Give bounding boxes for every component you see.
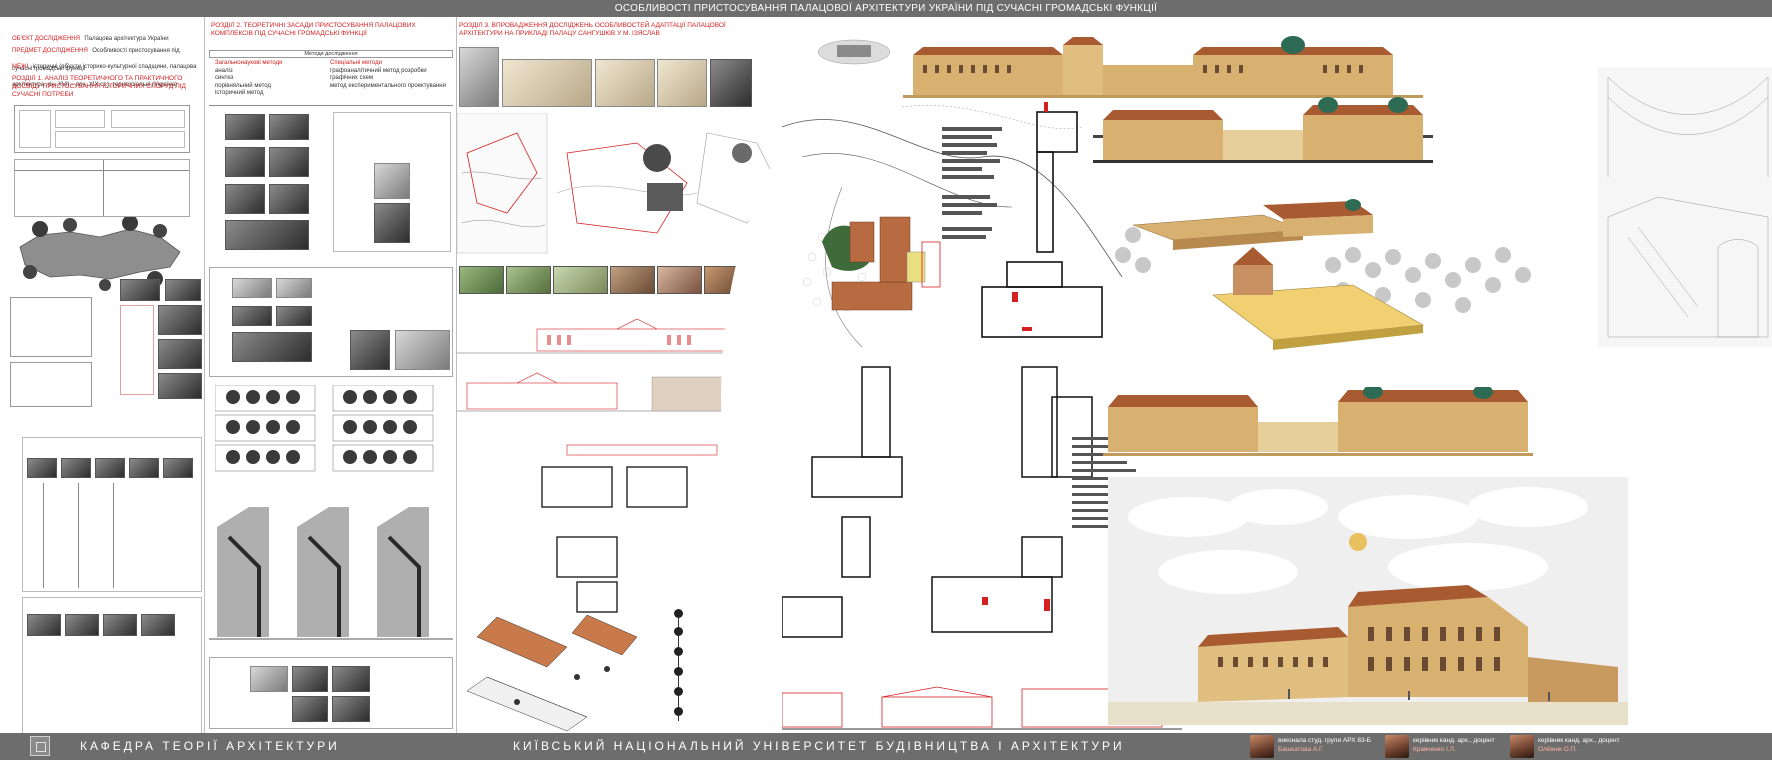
special-methods-label: Спеціальні методи: [330, 60, 382, 66]
person-role: виконала студ. групи АРХ 83-Б: [1278, 737, 1372, 744]
interior-sketches: [1598, 67, 1772, 347]
person-name: Олійник О.П.: [1538, 746, 1578, 753]
general-methods: Загальнонаукові методи аналіз синтез пор…: [215, 60, 325, 98]
palace-photo: [225, 184, 265, 214]
sheet-curve: [721, 137, 787, 737]
perspective-rendering: [1108, 477, 1628, 725]
bounds-label: МЕЖІ: [12, 64, 29, 70]
typology-table: [209, 267, 453, 377]
building-sections-diagram: [209, 507, 453, 640]
ruins-photo: [610, 266, 655, 294]
footer-bar: КАФЕДРА ТЕОРІЇ АРХІТЕКТУРИ КИЇВСЬКИЙ НАЦ…: [0, 733, 1772, 760]
special-methods: Спеціальні методи графоаналітичний метод…: [330, 60, 455, 90]
section-1-title: РОЗДІЛ 1. АНАЛІЗ ТЕОРЕТИЧНОГО ТА ПРАКТИЧ…: [12, 75, 186, 98]
experience-table: [14, 159, 190, 217]
landscape-photo: [506, 266, 551, 294]
palace-photo: [269, 114, 309, 140]
author-student: виконала студ. групи АРХ 83-Б Башкатова …: [1250, 735, 1390, 758]
building-studies: [333, 112, 451, 252]
section-2-title: РОЗДІЛ 2. ТЕОРЕТИЧНІ ЗАСАДИ ПРИСТОСУВАНН…: [211, 22, 416, 37]
person-role: керівник канд. арх., доцент: [1538, 737, 1620, 744]
palace-photo: [225, 220, 309, 250]
historic-drawing: [657, 59, 707, 107]
function-icons-diagram: [215, 385, 434, 472]
department-logo-icon: [30, 736, 50, 756]
section-3-panel: РОЗДІЛ 3. ВПРОВАДЖЕННЯ ДОСЛІДЖЕНЬ ОСОБЛИ…: [457, 17, 787, 737]
methods-examples-table: [209, 657, 453, 729]
methods-header-box: Методи дослідження: [209, 50, 453, 58]
palace-photo: [158, 339, 202, 369]
special-methods-list: графоаналітичний метод розробки графічни…: [330, 67, 446, 89]
palace-photo: [165, 279, 201, 301]
axonometric-scheme: [466, 614, 638, 732]
section-1-panel: ОБ'ЄКТ ДОСЛІДЖЕННЯ Палацова архітектура …: [0, 17, 205, 737]
palace-photo: [269, 184, 309, 214]
historic-drawing: [595, 59, 655, 107]
facade-rendering-top: [903, 36, 1423, 98]
red-notes: [120, 305, 154, 395]
aerial-rendering: [1115, 199, 1531, 350]
renderings-panel: [903, 17, 1772, 733]
poster-title: ОСОБЛИВОСТІ ПРИСТОСУВАННЯ ПАЛАЦОВОЇ АРХІ…: [0, 0, 1772, 17]
general-methods-list: аналіз синтез порівняльний метод історич…: [215, 67, 271, 97]
avatar: [1510, 735, 1534, 758]
historic-photo: [710, 59, 752, 107]
palace-photo: [225, 114, 265, 140]
classification-diagram: [10, 297, 92, 357]
palace-photo: [120, 279, 160, 301]
general-methods-label: Загальнонаукові методи: [215, 60, 283, 66]
palace-photo: [158, 305, 202, 335]
palace-photo: [158, 373, 202, 399]
analysis-diagram: [14, 105, 190, 153]
palace-photo: [225, 147, 265, 177]
ruins-photo: [657, 266, 702, 294]
perspective-drawing: [1108, 487, 1628, 725]
historic-drawing: [502, 59, 592, 107]
person-name: Башкатова А.Г.: [1278, 746, 1324, 753]
supervisor-2: керівник канд. арх., доцент Олійник О.П.: [1510, 735, 1635, 758]
landscape-photo: [553, 266, 608, 294]
facade-rendering-3: [1103, 387, 1533, 456]
university-name: КИЇВСЬКИЙ НАЦІОНАЛЬНИЙ УНІВЕРСИТЕТ БУДІВ…: [513, 739, 1125, 753]
department-name: КАФЕДРА ТЕОРІЇ АРХІТЕКТУРИ: [80, 739, 340, 753]
landscape-photo: [459, 266, 504, 294]
palace-photo: [269, 147, 309, 177]
examples-timeline: [22, 437, 202, 592]
section-3-title: РОЗДІЛ 3. ВПРОВАДЖЕННЯ ДОСЛІДЖЕНЬ ОСОБЛИ…: [459, 22, 726, 37]
facade-rendering-2: [1093, 97, 1433, 163]
examples-timeline-2: [22, 597, 202, 737]
person-name: Кравченко І.Л.: [1413, 746, 1456, 753]
adaptation-scheme: [10, 362, 92, 407]
person-role: керівник канд. арх., доцент: [1413, 737, 1495, 744]
section-2-panel: РОЗДІЛ 2. ТЕОРЕТИЧНІ ЗАСАДИ ПРИСТОСУВАНН…: [205, 17, 457, 733]
methods-header: Методи дослідження: [304, 51, 358, 57]
avatar: [1385, 735, 1409, 758]
supervisor-1: керівник канд. арх., доцент Кравченко І.…: [1385, 735, 1510, 758]
avatar: [1250, 735, 1274, 758]
subject-label: ПРЕДМЕТ ДОСЛІДЖЕННЯ: [12, 48, 88, 54]
historic-plan: [459, 47, 499, 107]
